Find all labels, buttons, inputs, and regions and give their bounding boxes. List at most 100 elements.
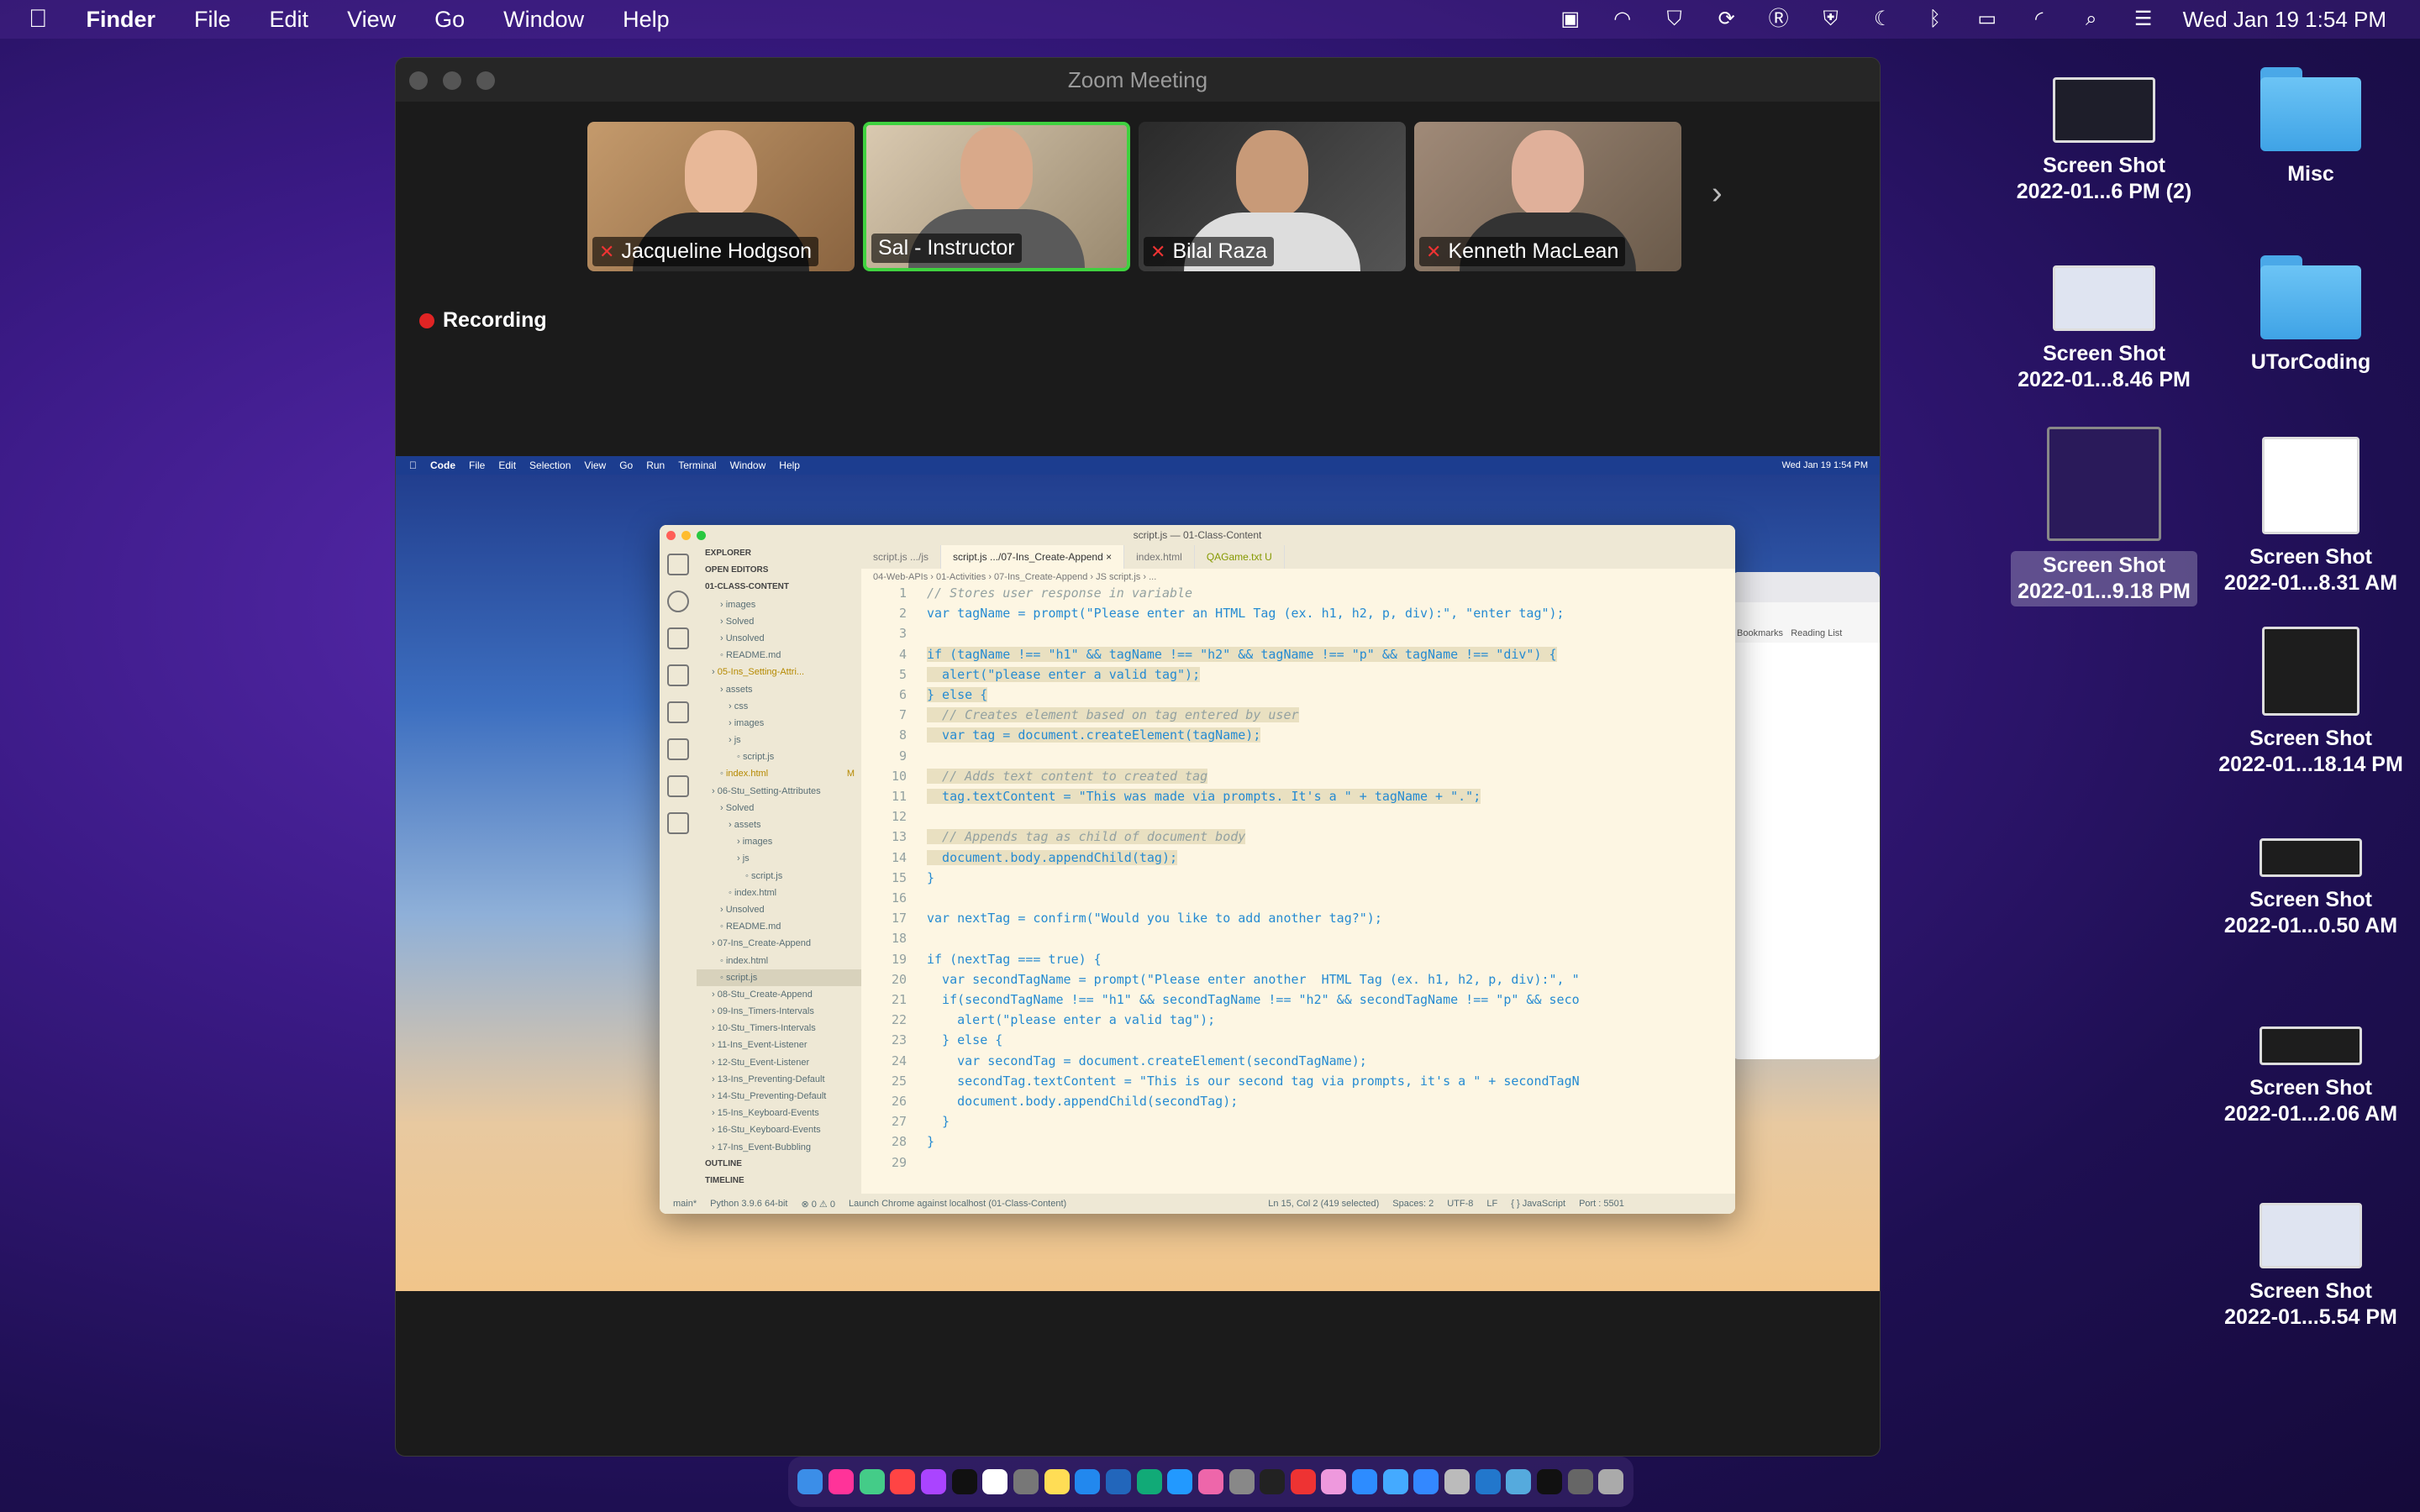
chevron-icon: › (712, 667, 718, 678)
desktop-folder[interactable]: UTorCoding (2202, 255, 2420, 375)
participant-tile[interactable]: ✕ Jacqueline Hodgson (587, 122, 855, 271)
battery-icon[interactable]: ▭ (1975, 8, 2000, 30)
search-icon[interactable]: ⌕ (2079, 8, 2104, 30)
notes-icon[interactable] (1044, 1469, 1070, 1494)
line-number: 19 (891, 951, 907, 967)
zoom-icon[interactable] (1352, 1469, 1378, 1494)
window-thumbnail-icon[interactable] (1537, 1469, 1563, 1494)
tree-item-label: 09-Ins_Timers-Intervals (717, 1006, 814, 1017)
desktop-item[interactable]: Screen Shot 2022-01...8.46 PM (1995, 265, 2213, 393)
tree-item-label: images (725, 599, 756, 610)
terminal-icon[interactable] (1260, 1469, 1286, 1494)
mail-icon[interactable] (1413, 1469, 1439, 1494)
close-button[interactable] (409, 71, 428, 90)
music-icon[interactable] (890, 1469, 916, 1494)
tree-item-label: script.js (750, 870, 783, 881)
line-number: 11 (891, 789, 907, 804)
chevron-icon: › (712, 1006, 718, 1017)
shared-screen[interactable]:  Code File Edit Selection View Go Run T… (396, 456, 1880, 1291)
preview-icon[interactable] (1444, 1469, 1470, 1494)
chevron-icon: › (712, 1125, 718, 1136)
menu-help[interactable]: Help (623, 7, 670, 33)
desktop-item-sublabel: 2022-01...18.14 PM (2218, 753, 2403, 776)
file-tree: › images › Solved › Unsolved ◦ README.md › 0… (697, 596, 861, 1156)
tree-item-label: 07-Ins_Create-Append (717, 938, 812, 949)
participant-tile[interactable]: ✕ Kenneth MacLean (1414, 122, 1681, 271)
participant-tile[interactable]: ✕ Bilal Raza (1139, 122, 1406, 271)
app-store-icon[interactable] (1167, 1469, 1193, 1494)
finder-icon[interactable] (797, 1469, 823, 1494)
podcasts-icon[interactable] (920, 1469, 946, 1494)
wifi-icon[interactable]: ◜ (2027, 8, 2052, 30)
chrome-icon[interactable] (859, 1469, 885, 1494)
slack-icon[interactable] (1197, 1469, 1223, 1494)
editor-tabs: script.js .../js script.js .../07-Ins_Cr… (861, 545, 1735, 569)
menubar-clock[interactable]: Wed Jan 19 1:54 PM (2183, 7, 2386, 33)
tree-item-label: index.html (725, 955, 769, 966)
news-icon[interactable] (1290, 1469, 1316, 1494)
desktop-item[interactable]: Screen Shot 2022-01...0.50 AM (2202, 838, 2420, 939)
desktop-item[interactable]: Screen Shot 2022-01...5.54 PM (2202, 1203, 2420, 1331)
line-number: 13 (891, 829, 907, 845)
control-center-icon[interactable]: ☰ (2131, 8, 2156, 30)
desktop-folder[interactable]: Misc (2202, 67, 2420, 187)
participant-name-label: ✕ Jacqueline Hodgson (592, 237, 818, 266)
excel-icon[interactable] (1136, 1469, 1162, 1494)
chevron-icon: › (720, 616, 726, 627)
calendar-icon[interactable] (982, 1469, 1008, 1494)
line-number: 3 (898, 626, 907, 642)
desktop-item-sublabel: 2022-01...6 PM (2) (2016, 180, 2192, 203)
slack-alt-icon[interactable] (1321, 1469, 1347, 1494)
tree-file: ◦ index.html (697, 885, 861, 901)
line-number: 27 (891, 1114, 907, 1130)
tv-icon[interactable] (951, 1469, 977, 1494)
calculator-icon[interactable] (1013, 1469, 1039, 1494)
outlook-icon[interactable] (1105, 1469, 1131, 1494)
recording-indicator[interactable]: Recording (419, 308, 547, 333)
moon-icon[interactable]: ☾ (1870, 8, 1896, 30)
window-thumbnail-icon[interactable] (1567, 1469, 1593, 1494)
chevron-icon: › (712, 938, 718, 949)
minimize-button[interactable] (443, 71, 461, 90)
sync-icon[interactable]: ⟳ (1714, 8, 1739, 30)
desktop-item[interactable]: Screen Shot 2022-01...18.14 PM (2202, 627, 2420, 778)
desktop-item-sublabel: 2022-01...0.50 AM (2223, 914, 2398, 937)
outline-header: OUTLINE (705, 1158, 742, 1168)
downloads-folder-icon[interactable] (1506, 1469, 1532, 1494)
system-preferences-icon[interactable] (1228, 1469, 1255, 1494)
activity-bar (660, 545, 697, 1194)
participant-tile-active[interactable]: Sal - Instructor (863, 122, 1130, 271)
teamviewer-icon[interactable] (1382, 1469, 1408, 1494)
menu-view[interactable]: View (347, 7, 396, 33)
tree-folder: › js (697, 850, 861, 867)
zoom-status-icon[interactable]: ▣ (1558, 8, 1583, 30)
desktop-item[interactable]: Screen Shot 2022-01...6 PM (2) (1995, 77, 2213, 205)
shared-menu-item: Help (771, 459, 800, 471)
menu-edit[interactable]: Edit (270, 7, 309, 33)
vpn-icon[interactable]: ⛨ (1818, 8, 1844, 30)
desktop-item-label: Screen Shot (2249, 727, 2372, 750)
word-icon[interactable] (1075, 1469, 1101, 1494)
zoom-button[interactable] (476, 71, 495, 90)
apple-icon[interactable]:  (29, 5, 48, 34)
arc-icon[interactable]: ◠ (1610, 8, 1635, 30)
chevron-right-icon[interactable]: › (1712, 176, 1723, 212)
line-number: 16 (891, 890, 907, 906)
editor-tab: QAGame.txt U (1195, 545, 1285, 569)
menu-window[interactable]: Window (503, 7, 584, 33)
vscode-icon[interactable] (1475, 1469, 1501, 1494)
launchpad-icon[interactable] (828, 1469, 854, 1494)
desktop-item-selected[interactable]: Screen Shot 2022-01...9.18 PM (1995, 427, 2213, 606)
shield-icon[interactable]: ⛉ (1662, 8, 1687, 30)
bluetooth-icon[interactable]: ᛒ (1923, 8, 1948, 30)
tree-file: ◦ script.js (697, 969, 861, 986)
desktop-item[interactable]: Screen Shot 2022-01...8.31 AM (2202, 437, 2420, 596)
tree-item-label: 12-Stu_Event-Listener (717, 1057, 810, 1068)
menu-app-name[interactable]: Finder (87, 7, 156, 33)
menu-file[interactable]: File (194, 7, 231, 33)
desktop-item[interactable]: Screen Shot 2022-01...2.06 AM (2202, 1026, 2420, 1127)
line-number: 10 (891, 768, 907, 784)
app-status-icon[interactable]: Ⓡ (1766, 8, 1791, 30)
menu-go[interactable]: Go (434, 7, 465, 33)
trash-icon[interactable] (1598, 1469, 1624, 1494)
